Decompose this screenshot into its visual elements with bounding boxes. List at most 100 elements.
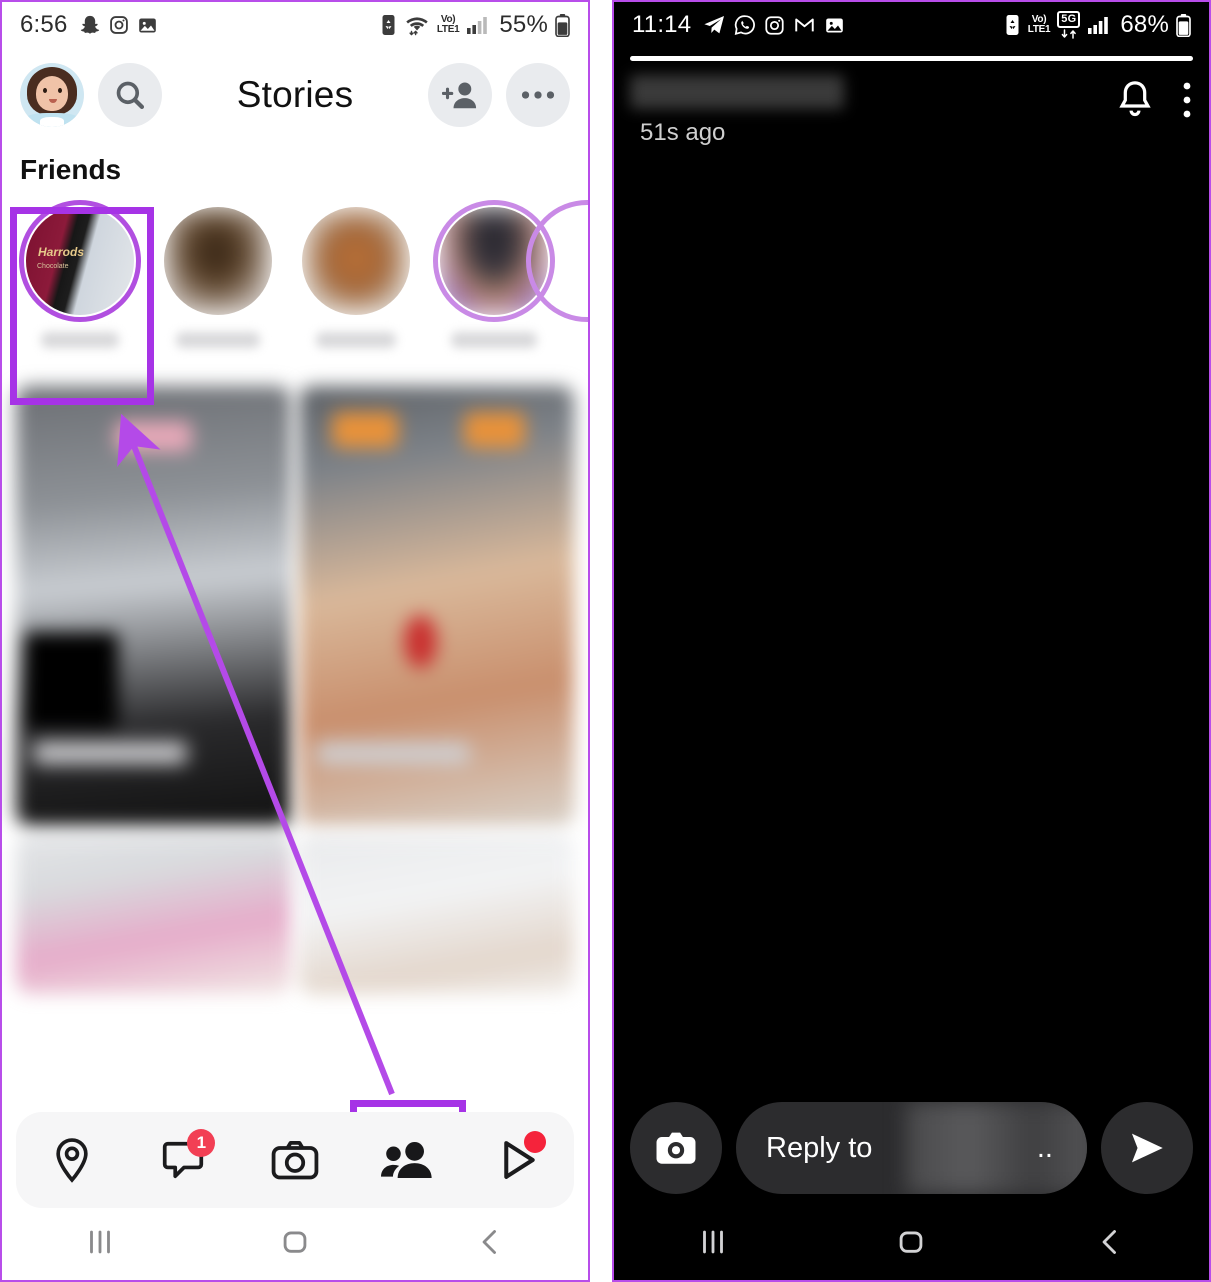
story-username-blur [316,332,396,348]
search-button[interactable] [98,63,162,127]
friends-icon [380,1139,433,1181]
bottom-navigation-bar: 1 [16,1112,574,1208]
story-username [16,332,144,366]
story-image-sublabel: Chocolate [37,263,69,270]
story-image-label: Harrods [38,245,85,259]
avatar-eye-left [43,88,47,93]
card-tag [115,421,192,452]
card-tag [332,412,398,448]
more-options-button[interactable] [506,63,570,127]
stories-app-header: Stories [2,48,588,142]
story-header-actions [1115,75,1193,121]
card-username-blur [32,742,187,765]
bell-notification-icon[interactable] [1115,79,1155,121]
nav-item-spotlight[interactable] [472,1121,564,1199]
back-icon[interactable] [1093,1225,1127,1264]
recycle-battery-icon [380,14,397,36]
recents-icon[interactable] [696,1225,730,1264]
signal-bars-icon [1087,15,1111,35]
story-avatar-ring [295,200,417,322]
story-timestamp: 51s ago [640,119,726,146]
volte-icon: Vo) LTE1 [436,14,460,35]
volte-icon: Vo) LTE1 [1027,14,1051,35]
story-username-blur [41,332,119,348]
home-icon[interactable] [894,1225,928,1264]
status-system-icons: Vo) LTE1 5G 68% [1004,11,1191,39]
reply-ellipsis: .. [1036,1131,1053,1164]
status-time: 6:56 [20,11,68,38]
profile-avatar-button[interactable] [20,63,84,127]
story-card[interactable] [299,386,574,826]
right-phone-panel: 11:14 Vo) LTE1 5G 68% 51s ago Reply to .… [612,0,1211,1282]
status-time: 11:14 [632,11,692,38]
nav-item-map[interactable] [26,1121,118,1199]
bitmoji-avatar [20,63,84,127]
5g-icon: 5G [1057,11,1081,39]
story-image-content [302,207,410,315]
story-user-block[interactable]: 51s ago [630,75,1115,151]
story-item-1[interactable] [154,194,282,366]
photos-icon [824,15,845,36]
story-content-area[interactable] [614,162,1209,1090]
reply-bar: Reply to .. [614,1090,1209,1206]
left-system-nav [2,1208,588,1280]
more-vertical-icon[interactable] [1181,79,1193,121]
left-status-bar: 6:56 Vo) LTE1 55% [2,2,588,48]
reply-placeholder: Reply to [766,1131,873,1164]
telegram-icon [702,13,726,37]
story-image-content [164,207,272,315]
avatar-eye-right [58,88,62,93]
add-friend-icon [442,79,478,111]
status-app-icons [79,14,158,36]
story-thumbnail: Harrods Chocolate [26,207,134,315]
send-button[interactable] [1101,1102,1193,1194]
nav-item-camera[interactable] [249,1121,341,1199]
photos-icon [137,15,158,36]
story-image-content: Harrods Chocolate [26,207,134,315]
left-phone-panel: 6:56 Vo) LTE1 55% Stories Friends Harrod… [0,0,590,1282]
reply-camera-button[interactable] [630,1102,722,1194]
card-tag [464,412,525,448]
nav-item-friends[interactable] [361,1121,453,1199]
avatar-collar [40,117,64,127]
status-app-icons [702,13,845,37]
story-card[interactable] [16,386,291,826]
story-username-blur [176,332,260,348]
friends-story-row: Harrods Chocolate [2,194,588,366]
right-status-bar: 11:14 Vo) LTE1 5G 68% [614,2,1209,48]
gmail-icon [793,14,816,36]
search-icon [113,78,147,112]
story-card[interactable] [16,834,291,994]
story-card[interactable] [299,834,574,994]
left-bottom-area: 1 [2,1112,588,1280]
story-username [154,332,282,366]
story-username-blur [630,75,844,109]
camera-icon [271,1139,319,1181]
story-username [430,332,558,366]
recycle-battery-icon [1004,14,1021,36]
recent-section-title [2,366,588,386]
recents-icon[interactable] [83,1225,117,1264]
story-item-2[interactable] [292,194,420,366]
whatsapp-icon [734,14,756,36]
chat-unread-badge: 1 [187,1129,216,1157]
story-thumbnail [302,207,410,315]
add-friend-button[interactable] [428,63,492,127]
nav-item-chat[interactable]: 1 [137,1121,229,1199]
reply-input[interactable]: Reply to .. [736,1102,1087,1194]
story-item-0[interactable]: Harrods Chocolate [16,194,144,366]
back-icon[interactable] [473,1225,507,1264]
battery-percent: 68% [1120,11,1169,38]
avatar-face [36,76,68,111]
story-username [292,332,420,366]
story-avatar-ring: Harrods Chocolate [19,200,141,322]
battery-icon [555,13,570,37]
wifi-icon [404,15,430,36]
send-icon [1126,1127,1168,1169]
recent-stories-grid [2,386,588,994]
story-header: 51s ago [614,61,1209,151]
map-pin-icon [51,1137,93,1183]
home-icon[interactable] [278,1225,312,1264]
page-title: Stories [236,74,354,115]
signal-bars-icon [466,15,490,35]
